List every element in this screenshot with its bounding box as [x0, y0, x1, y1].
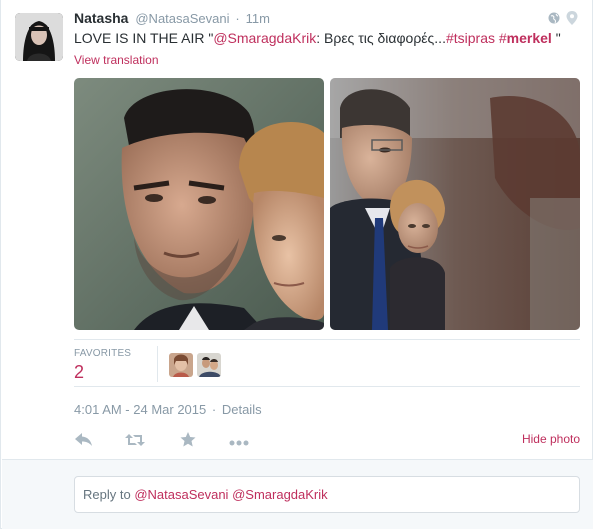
reply-mention: @SmaragdaKrik: [232, 487, 328, 502]
retweet-icon: [125, 433, 145, 450]
tweet-actions: Hide photo: [74, 431, 580, 451]
tweet-stats: FAVORITES 2: [74, 339, 580, 387]
tweet-text-suffix: ": [551, 30, 561, 46]
more-icon: [229, 433, 249, 449]
view-translation-link[interactable]: View translation: [74, 53, 159, 67]
tweet-text: LOVE IS IN THE AIR "@SmaragdaKrik: Βρες …: [74, 29, 584, 47]
hide-photo-link[interactable]: Hide photo: [522, 431, 580, 447]
reply-mention: @NatasaSevani: [134, 487, 229, 502]
reply-prefix: Reply to: [83, 487, 135, 502]
reply-icon: [75, 432, 93, 450]
tweet-text-middle: : Βρες τις διαφορές...: [316, 30, 446, 46]
tweet-meta-icons: [548, 11, 578, 25]
favorites-count[interactable]: 2: [74, 362, 84, 383]
fullname[interactable]: Natasha: [74, 10, 128, 26]
favoriter-avatar[interactable]: [169, 353, 193, 377]
stats-divider: [157, 346, 158, 382]
timestamp-text[interactable]: 4:01 AM - 24 Mar 2015: [74, 402, 206, 417]
hashtag-symbol: #: [498, 30, 507, 46]
favorite-button[interactable]: [178, 431, 198, 451]
hashtag-word: merkel: [506, 30, 552, 46]
reply-input[interactable]: Reply to @NatasaSevani @SmaragdaKrik: [74, 476, 580, 513]
reply-button[interactable]: [74, 431, 94, 451]
tweet-photo-right[interactable]: [330, 78, 580, 330]
separator: ·: [235, 11, 240, 26]
star-icon: [180, 432, 196, 450]
hashtag-merkel[interactable]: #merkel: [499, 30, 552, 46]
retweet-button[interactable]: [125, 431, 145, 451]
tweet-time[interactable]: 11m: [246, 11, 270, 26]
more-button[interactable]: [229, 431, 249, 451]
globe-icon: [548, 11, 560, 24]
tweet-text-prefix: LOVE IS IN THE AIR ": [74, 30, 214, 46]
favoriter-avatar[interactable]: [197, 353, 221, 377]
screenname[interactable]: @NatasaSevani: [135, 11, 229, 26]
location-pin-icon: [566, 11, 578, 25]
tweet-timestamp: 4:01 AM - 24 Mar 2015 · Details: [74, 402, 262, 417]
tweet-photo-left[interactable]: [74, 78, 324, 330]
tweet-card: Natasha @NatasaSevani · 11m LOVE IS IN T…: [0, 0, 593, 529]
hashtag-tsipras[interactable]: #tsipras: [446, 30, 495, 46]
reply-area: Reply to @NatasaSevani @SmaragdaKrik: [2, 459, 593, 529]
tweet-header: Natasha @NatasaSevani · 11m: [74, 10, 584, 28]
details-link[interactable]: Details: [222, 402, 262, 417]
timestamp-separator: ·: [211, 402, 217, 417]
mention-link[interactable]: @SmaragdaKrik: [213, 30, 316, 46]
avatar[interactable]: [15, 13, 63, 61]
favorites-label: FAVORITES: [74, 348, 132, 359]
